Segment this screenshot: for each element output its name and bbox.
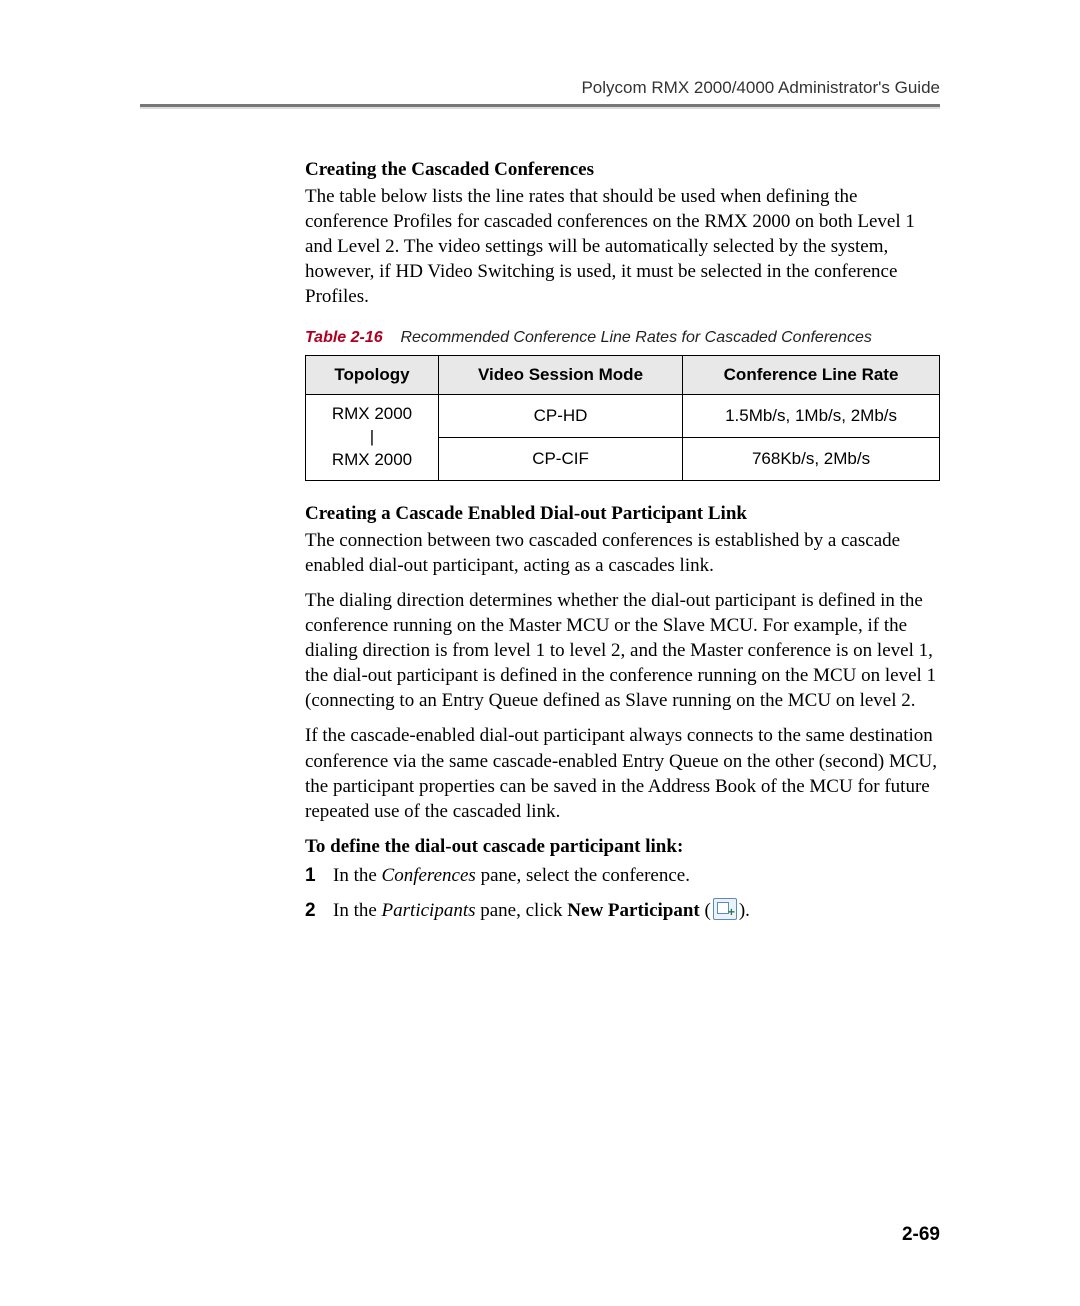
table-caption-label: Table 2-16 xyxy=(305,329,383,346)
step-item: 2 In the Participants pane, click New Pa… xyxy=(305,898,940,923)
line-rate-table: Topology Video Session Mode Conference L… xyxy=(305,355,940,481)
page: Polycom RMX 2000/4000 Administrator's Gu… xyxy=(0,0,1080,1306)
cell-topology: RMX 2000 | RMX 2000 xyxy=(306,395,439,481)
table-caption-text: Recommended Conference Line Rates for Ca… xyxy=(400,329,871,346)
step-text-frag: ). xyxy=(739,900,750,921)
cell-rate: 1.5Mb/s, 1Mb/s, 2Mb/s xyxy=(683,395,940,438)
section-para: If the cascade-enabled dial-out particip… xyxy=(305,723,940,823)
step-number: 1 xyxy=(305,863,333,888)
step-text-frag: ( xyxy=(700,900,711,921)
page-number: 2-69 xyxy=(902,1224,940,1246)
procedure-steps: 1 In the Conferences pane, select the co… xyxy=(305,863,940,923)
step-text-frag: pane, select the conference. xyxy=(476,865,690,886)
topology-line: | xyxy=(370,427,374,446)
table-caption: Table 2-16 Recommended Conference Line R… xyxy=(305,327,940,348)
step-text: In the Conferences pane, select the conf… xyxy=(333,863,940,888)
col-video-mode: Video Session Mode xyxy=(438,355,682,394)
new-participant-icon xyxy=(713,898,737,920)
running-header: Polycom RMX 2000/4000 Administrator's Gu… xyxy=(140,78,940,98)
col-topology: Topology xyxy=(306,355,439,394)
step-number: 2 xyxy=(305,898,333,923)
step-text-frag: Participants xyxy=(382,900,476,921)
step-text-frag: New Participant xyxy=(567,900,699,921)
cell-mode: CP-CIF xyxy=(438,437,682,480)
step-text-frag: Conferences xyxy=(382,865,476,886)
topology-line: RMX 2000 xyxy=(332,404,412,423)
step-text-frag: In the xyxy=(333,865,382,886)
step-text: In the Participants pane, click New Part… xyxy=(333,898,940,923)
cell-mode: CP-HD xyxy=(438,395,682,438)
cell-rate: 768Kb/s, 2Mb/s xyxy=(683,437,940,480)
step-text-frag: pane, click xyxy=(476,900,568,921)
step-text-frag: In the xyxy=(333,900,382,921)
table-row: RMX 2000 | RMX 2000 CP-HD 1.5Mb/s, 1Mb/s… xyxy=(306,395,940,438)
section-para: The connection between two cascaded conf… xyxy=(305,528,940,578)
section-para: The dialing direction determines whether… xyxy=(305,588,940,713)
table-header-row: Topology Video Session Mode Conference L… xyxy=(306,355,940,394)
header-rule xyxy=(140,104,940,107)
body-content: Creating the Cascaded Conferences The ta… xyxy=(305,157,940,923)
topology-line: RMX 2000 xyxy=(332,450,412,469)
section-para-cascaded: The table below lists the line rates tha… xyxy=(305,184,940,309)
procedure-title: To define the dial-out cascade participa… xyxy=(305,834,940,859)
section-title-dialout: Creating a Cascade Enabled Dial-out Part… xyxy=(305,501,940,526)
col-line-rate: Conference Line Rate xyxy=(683,355,940,394)
section-title-cascaded: Creating the Cascaded Conferences xyxy=(305,157,940,182)
step-item: 1 In the Conferences pane, select the co… xyxy=(305,863,940,888)
